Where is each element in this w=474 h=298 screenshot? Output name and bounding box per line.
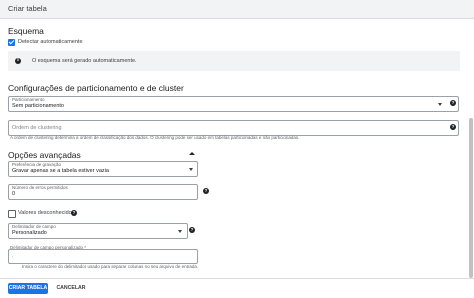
clustering-placeholder: Ordem de clustering xyxy=(12,125,62,131)
clustering-help-icon[interactable]: ? xyxy=(450,124,456,130)
schema-info-box: i O esquema será gerado automaticamente. xyxy=(8,51,460,71)
dropdown-icon xyxy=(178,230,182,233)
dialog-titlebar: Criar tabela xyxy=(0,0,474,19)
dropdown-icon xyxy=(438,103,442,106)
custom-delimiter-value: , xyxy=(12,253,14,259)
errors-help-icon[interactable]: ? xyxy=(203,188,209,194)
chevron-up-icon[interactable] xyxy=(189,152,195,155)
create-table-button[interactable]: CRIAR TABELA xyxy=(8,283,48,294)
dialog-content[interactable]: Esquema Detectar automaticamente i O esq… xyxy=(0,19,466,277)
clustering-input[interactable]: Ordem de clustering xyxy=(8,120,459,136)
field-delimiter-label: Delimitador de campo xyxy=(12,224,56,229)
unknown-values-checkbox[interactable] xyxy=(8,210,16,218)
errors-allowed-input[interactable]: Número de erros permitidos 0 xyxy=(8,184,198,200)
write-preference-label: Preferência de gravação xyxy=(12,162,62,167)
unknown-values-label: Valores desconhecidos xyxy=(18,210,75,216)
schema-heading: Esquema xyxy=(8,26,44,36)
errors-allowed-label: Número de erros permitidos xyxy=(12,185,68,190)
errors-allowed-value: 0 xyxy=(12,191,16,197)
field-delimiter-select[interactable]: Delimitador de campo Personalizado xyxy=(8,223,188,239)
auto-detect-checkbox[interactable] xyxy=(8,39,15,46)
partitioning-value: Sem particionamento xyxy=(12,103,64,109)
auto-detect-label: Detectar automaticamente xyxy=(18,39,83,45)
info-icon: i xyxy=(15,58,21,64)
partitioning-help-icon[interactable]: ? xyxy=(450,100,456,106)
delimiter-help-icon[interactable]: ? xyxy=(189,227,195,233)
unknown-values-help-icon[interactable]: ? xyxy=(71,210,77,216)
partitioning-label: Particionamento xyxy=(12,97,45,102)
scrollbar[interactable] xyxy=(469,118,473,278)
advanced-heading: Opções avançadas xyxy=(8,150,81,160)
partitioning-select[interactable]: Particionamento Sem particionamento xyxy=(8,96,459,112)
dialog-title: Criar tabela xyxy=(8,4,47,13)
partitioning-heading: Configurações de particionamento e de cl… xyxy=(8,83,184,93)
custom-delimiter-help-text: Insira o caractere do delimitador usado … xyxy=(22,264,199,269)
write-preference-value: Gravar apenas se a tabela estiver vazia xyxy=(12,168,109,174)
cancel-button[interactable]: CANCELAR xyxy=(56,283,86,294)
custom-delimiter-input[interactable]: , xyxy=(8,249,198,264)
field-delimiter-value: Personalizado xyxy=(12,230,47,236)
dialog-footer: CRIAR TABELA CANCELAR xyxy=(0,278,474,298)
dropdown-icon xyxy=(189,168,193,171)
write-preference-select[interactable]: Preferência de gravação Gravar apenas se… xyxy=(8,161,198,177)
clustering-help-text: A ordem de clustering determina a ordem … xyxy=(10,135,300,140)
schema-info-text: O esquema será gerado automaticamente. xyxy=(32,58,137,64)
